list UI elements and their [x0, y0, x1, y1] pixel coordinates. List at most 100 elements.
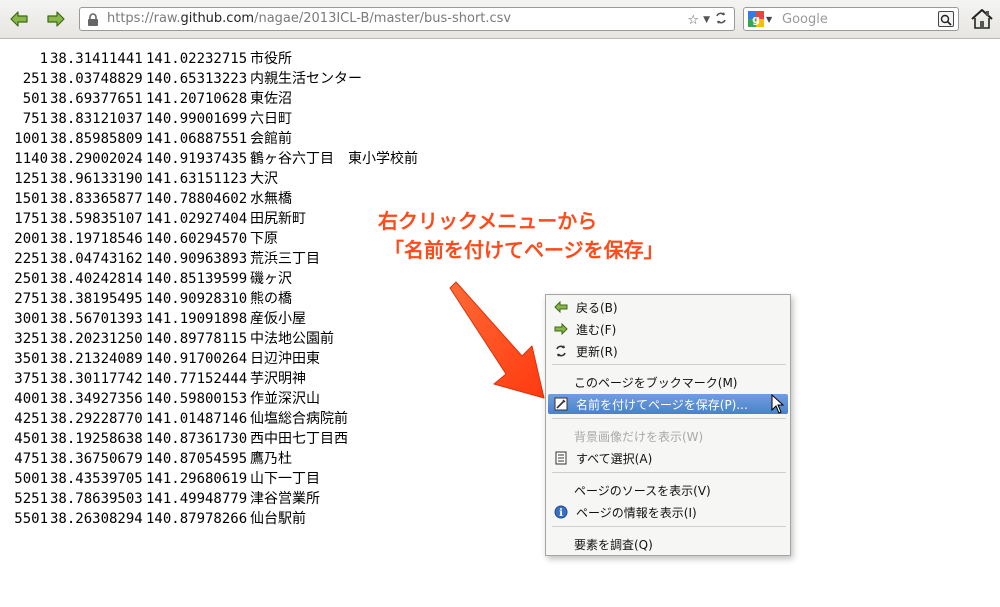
menu-item-reload[interactable]: 更新(R)	[548, 341, 788, 361]
csv-cell-lon: 141.01487146	[146, 411, 248, 427]
csv-row: 1251 38.96133190 141.63151123 大沢	[10, 169, 418, 189]
csv-cell-name: 作並深沢山	[250, 391, 320, 407]
csv-cell-lon: 140.65313223	[146, 71, 248, 87]
csv-row: 5501 38.26308294 140.87978266 仙台駅前	[10, 509, 418, 529]
csv-cell-id: 2001	[14, 231, 48, 247]
history-dropdown-icon[interactable]: ▼	[703, 15, 710, 25]
back-arrow-icon	[10, 11, 28, 27]
forward-button[interactable]	[45, 8, 67, 30]
csv-cell-name: 内親生活センター	[250, 71, 362, 87]
url-bar[interactable]: https://raw.github.com/nagae/2013ICL-B/m…	[79, 7, 735, 31]
home-button[interactable]	[970, 7, 994, 31]
csv-cell-name: 産仮小屋	[250, 311, 306, 327]
csv-row: 3501 38.21324089 140.91700264 日辺沖田東	[10, 349, 418, 369]
google-logo-icon: g	[748, 11, 764, 27]
csv-cell-id: 5001	[14, 471, 48, 487]
csv-cell-lat: 38.20231250	[50, 331, 143, 347]
csv-row: 251 38.03748829 140.65313223 内親生活センター	[10, 69, 418, 89]
csv-row: 4001 38.34927356 140.59800153 作並深沢山	[10, 389, 418, 409]
csv-cell-name: 市役所	[250, 51, 292, 67]
csv-row: 1001 38.85985809 141.06887551 会館前	[10, 129, 418, 149]
csv-cell-lat: 38.19718546	[50, 231, 143, 247]
menu-item-back[interactable]: 戻る(B)	[548, 297, 788, 317]
csv-cell-name: 田尻新町	[250, 211, 306, 227]
back-icon	[552, 299, 570, 315]
csv-cell-lon: 141.06887551	[146, 131, 248, 147]
back-button[interactable]	[8, 8, 30, 30]
csv-cell-lon: 140.91700264	[146, 351, 248, 367]
search-placeholder: Google	[782, 12, 828, 27]
menu-item-bookmark[interactable]: このページをブックマーク(M)	[548, 372, 788, 392]
annotation-arrow-icon	[449, 281, 545, 399]
csv-row: 751 38.83121037 140.99001699 六日町	[10, 109, 418, 129]
csv-cell-name: 東佐沼	[250, 91, 292, 107]
menu-item-inspect[interactable]: 要素を調査(Q)	[548, 534, 788, 554]
url-host: github.com	[180, 11, 255, 26]
csv-cell-name: 芋沢明神	[250, 371, 306, 387]
csv-cell-id: 3751	[14, 371, 48, 387]
mouse-cursor-icon	[771, 394, 785, 414]
csv-cell-name: 下原	[250, 231, 278, 247]
csv-cell-id: 3501	[14, 351, 48, 367]
svg-text:g: g	[752, 13, 760, 26]
menu-item-view-source[interactable]: ページのソースを表示(V)	[548, 480, 788, 500]
csv-cell-id: 4501	[14, 431, 48, 447]
csv-row: 1751 38.59835107 141.02927404 田尻新町	[10, 209, 418, 229]
csv-cell-id: 3251	[14, 331, 48, 347]
bookmark-star-icon[interactable]: ☆	[687, 13, 699, 28]
csv-cell-lat: 38.83121037	[50, 111, 143, 127]
csv-cell-lat: 38.29002024	[50, 151, 143, 167]
annotation-line-2: 「名前を付けてページを保存」	[384, 238, 664, 262]
search-go-icon[interactable]	[938, 11, 954, 27]
csv-cell-lat: 38.56701393	[50, 311, 143, 327]
csv-cell-name: 磯ヶ沢	[250, 271, 292, 287]
csv-cell-lon: 141.02927404	[146, 211, 248, 227]
csv-cell-name: 山下一丁目	[250, 471, 320, 487]
csv-cell-id: 5251	[14, 491, 48, 507]
search-bar[interactable]: g ▼ Google	[743, 7, 959, 31]
csv-row: 3251 38.20231250 140.89778115 中法地公園前	[10, 329, 418, 349]
csv-cell-id: 4001	[14, 391, 48, 407]
csv-cell-lon: 140.60294570	[146, 231, 248, 247]
csv-row: 5251 38.78639503 141.49948779 津谷営業所	[10, 489, 418, 509]
browser-toolbar: https://raw.github.com/nagae/2013ICL-B/m…	[0, 0, 1000, 39]
menu-item-view-background: 背景画像だけを表示(W)	[574, 429, 704, 444]
csv-cell-id: 4251	[14, 411, 48, 427]
search-engine-selector[interactable]: g ▼	[748, 11, 774, 27]
csv-cell-id: 2501	[14, 271, 48, 287]
menu-item-save-page-as[interactable]: 名前を付けてページを保存(P)...	[548, 394, 788, 414]
reload-icon[interactable]	[714, 11, 728, 29]
csv-cell-id: 751	[22, 111, 48, 127]
csv-cell-lon: 141.20710628	[146, 91, 248, 107]
csv-row: 2501 38.40242814 140.85139599 磯ヶ沢	[10, 269, 418, 289]
csv-row: 2751 38.38195495 140.90928310 熊の橋	[10, 289, 418, 309]
menu-item-page-info[interactable]: i ページの情報を表示(I)	[548, 502, 788, 522]
csv-row: 4501 38.19258638 140.87361730 西中田七丁目西	[10, 429, 418, 449]
csv-cell-lon: 140.85139599	[146, 271, 248, 287]
forward-arrow-icon	[47, 11, 65, 27]
csv-row: 1501 38.83365877 140.78804602 水無橋	[10, 189, 418, 209]
home-icon	[971, 9, 993, 29]
csv-cell-id: 501	[22, 91, 48, 107]
menu-item-select-all[interactable]: すべて選択(A)	[548, 448, 788, 468]
csv-cell-name: 西中田七丁目西	[250, 431, 348, 447]
csv-cell-lat: 38.96133190	[50, 171, 143, 187]
menu-separator	[552, 418, 786, 419]
csv-cell-lat: 38.59835107	[50, 211, 143, 227]
csv-cell-lon: 141.63151123	[146, 171, 248, 187]
menu-item-forward[interactable]: 進む(F)	[548, 319, 788, 339]
csv-cell-lat: 38.83365877	[50, 191, 143, 207]
csv-cell-lat: 38.04743162	[50, 251, 143, 267]
csv-cell-lon: 140.87978266	[146, 511, 248, 527]
csv-cell-name: 水無橋	[250, 191, 292, 207]
csv-cell-lon: 140.78804602	[146, 191, 248, 207]
csv-cell-id: 2251	[14, 251, 48, 267]
csv-cell-id: 1	[39, 51, 48, 67]
csv-cell-lon: 140.87054595	[146, 451, 248, 467]
csv-cell-id: 4751	[14, 451, 48, 467]
csv-cell-lon: 140.91937435	[146, 151, 248, 167]
csv-cell-name: 仙塩総合病院前	[250, 411, 348, 427]
url-path: /nagae/2013ICL-B/master/bus-short.csv	[254, 11, 512, 26]
csv-row: 4251 38.29228770 141.01487146 仙塩総合病院前	[10, 409, 418, 429]
csv-cell-lat: 38.40242814	[50, 271, 143, 287]
